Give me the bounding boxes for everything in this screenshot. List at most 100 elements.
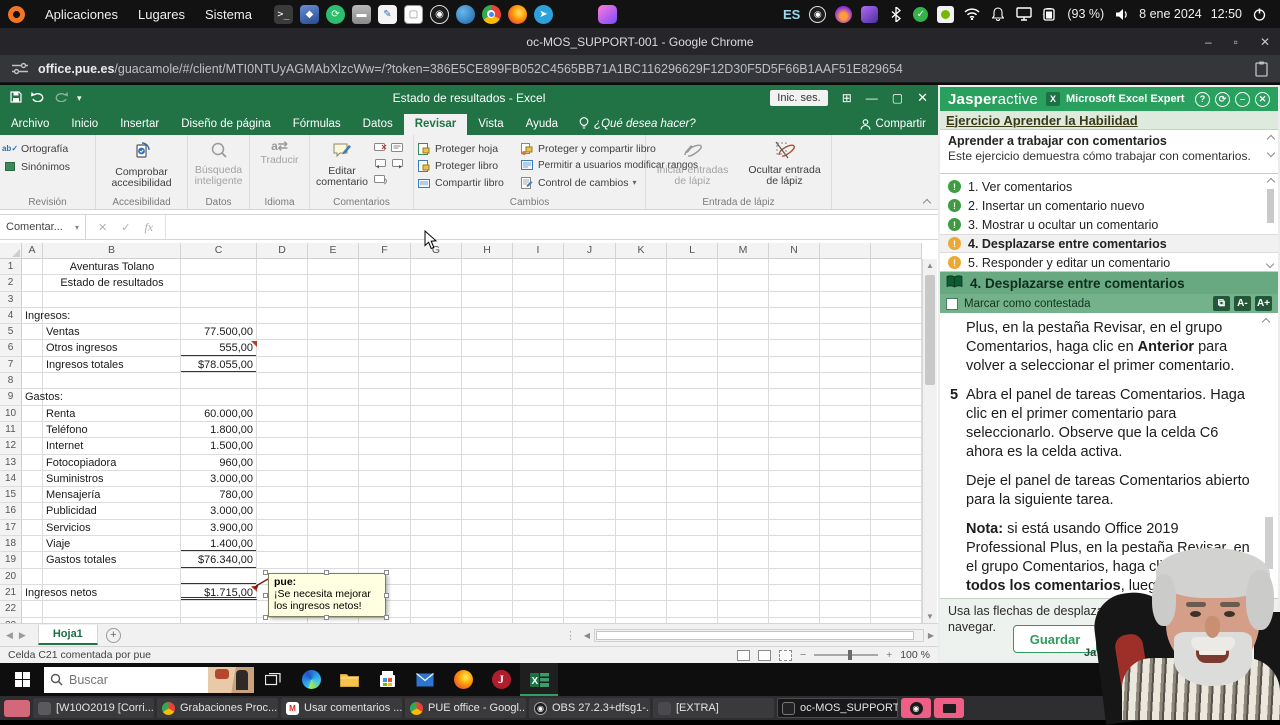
- ubuntu-logo-icon[interactable]: [8, 5, 25, 23]
- cell-G2[interactable]: [411, 275, 462, 291]
- cell-D8[interactable]: [257, 373, 308, 389]
- cell-D15[interactable]: [257, 487, 308, 503]
- row-header-13[interactable]: 13: [0, 454, 22, 470]
- cell-H10[interactable]: [462, 405, 513, 421]
- column-header-D[interactable]: D: [257, 243, 308, 259]
- cell-K3[interactable]: [616, 291, 667, 307]
- cell-L13[interactable]: [667, 454, 718, 470]
- cell-H16[interactable]: [462, 503, 513, 519]
- cell-N4[interactable]: [769, 307, 820, 324]
- row-header-6[interactable]: 6: [0, 340, 22, 356]
- text-scroll-down-icon[interactable]: [1261, 577, 1271, 587]
- cell-A15[interactable]: [22, 487, 43, 503]
- cell-B9[interactable]: [43, 389, 181, 405]
- cell-H22[interactable]: [462, 601, 513, 617]
- cell-D7[interactable]: [257, 356, 308, 373]
- cell-K12[interactable]: [616, 438, 667, 454]
- cell-G7[interactable]: [411, 356, 462, 373]
- name-box[interactable]: Comentar... ▾: [0, 215, 86, 239]
- task-scroll-up-icon[interactable]: [1266, 177, 1275, 187]
- cell-G9[interactable]: [411, 389, 462, 405]
- column-header-N[interactable]: N: [769, 243, 820, 259]
- cell-N19[interactable]: [769, 552, 820, 568]
- cell-K2[interactable]: [616, 275, 667, 291]
- jasperactive-taskbar-icon[interactable]: J: [482, 663, 520, 696]
- sign-in-button[interactable]: Inic. ses.: [770, 90, 828, 106]
- file-manager-icon[interactable]: ▬: [351, 4, 371, 24]
- cell-D5[interactable]: [257, 324, 308, 340]
- comment-handle[interactable]: [384, 615, 389, 620]
- cell-J22[interactable]: [564, 601, 616, 617]
- cell-E14[interactable]: [308, 470, 359, 487]
- cell-L9[interactable]: [667, 389, 718, 405]
- cell-E4[interactable]: [308, 307, 359, 324]
- protect-share-workbook-button[interactable]: Proteger y compartir libro: [520, 142, 656, 155]
- cell-E13[interactable]: [308, 454, 359, 470]
- column-header-A[interactable]: A: [22, 243, 43, 259]
- cell-L16[interactable]: [667, 503, 718, 519]
- check-accessibility-button[interactable]: Comprobar accesibilidad: [110, 138, 174, 194]
- flame-tray-icon[interactable]: [835, 5, 853, 23]
- cell-D18[interactable]: [257, 536, 308, 552]
- cell-E1[interactable]: [308, 259, 359, 275]
- cell-F14[interactable]: [359, 470, 411, 487]
- cell-A22[interactable]: [22, 601, 43, 617]
- cell-M2[interactable]: [718, 275, 769, 291]
- row-header-9[interactable]: 9: [0, 389, 22, 405]
- cell-H14[interactable]: [462, 470, 513, 487]
- cell-x1414[interactable]: [820, 470, 871, 487]
- excel-close-button[interactable]: ✕: [917, 90, 928, 106]
- row-header-12[interactable]: 12: [0, 438, 22, 454]
- cell-A8[interactable]: [22, 373, 43, 389]
- cell-F5[interactable]: [359, 324, 411, 340]
- cell-F18[interactable]: [359, 536, 411, 552]
- translate-button[interactable]: a⇄ Traducir: [253, 138, 306, 194]
- cell-N11[interactable]: [769, 421, 820, 438]
- column-header-J[interactable]: J: [564, 243, 616, 259]
- cell-x1415[interactable]: [820, 487, 871, 503]
- display-icon[interactable]: [1015, 6, 1032, 23]
- task-item[interactable]: ! 4. Desplazarse entre comentarios: [940, 234, 1278, 253]
- cell-x1511[interactable]: [871, 421, 922, 438]
- cell-x1520[interactable]: [871, 568, 922, 584]
- cell-A3[interactable]: [22, 291, 43, 307]
- purple-app-icon[interactable]: [597, 4, 617, 24]
- edit-comment-button[interactable]: Editar comentario: [313, 138, 371, 194]
- track-changes-button[interactable]: Control de cambios ▾: [520, 176, 642, 189]
- task-item[interactable]: ! 1. Ver comentarios: [940, 177, 1278, 196]
- cell-I5[interactable]: [513, 324, 564, 340]
- cell-I9[interactable]: [513, 389, 564, 405]
- cell-x151[interactable]: [871, 259, 922, 275]
- cell-H15[interactable]: [462, 487, 513, 503]
- tab-ayuda[interactable]: Ayuda: [515, 114, 569, 135]
- cell-x1410[interactable]: [820, 405, 871, 421]
- cell-x1514[interactable]: [871, 470, 922, 487]
- cell-K14[interactable]: [616, 470, 667, 487]
- cell-J8[interactable]: [564, 373, 616, 389]
- cell-x155[interactable]: [871, 324, 922, 340]
- cell-F11[interactable]: [359, 421, 411, 438]
- cell-G10[interactable]: [411, 405, 462, 421]
- cell-J6[interactable]: [564, 340, 616, 356]
- obs-tray-icon[interactable]: ◉: [809, 5, 827, 23]
- tab-datos[interactable]: Datos: [352, 114, 404, 135]
- scroll-left-icon[interactable]: ◀: [580, 631, 594, 640]
- cell-H12[interactable]: [462, 438, 513, 454]
- cell-x153[interactable]: [871, 291, 922, 307]
- volume-icon[interactable]: [1113, 6, 1130, 23]
- updates-ok-icon[interactable]: ✓: [913, 6, 929, 22]
- cell-A14[interactable]: [22, 470, 43, 487]
- cell-H3[interactable]: [462, 291, 513, 307]
- cell-I19[interactable]: [513, 552, 564, 568]
- cell-A19[interactable]: [22, 552, 43, 568]
- row-header-4[interactable]: 4: [0, 307, 22, 324]
- cell-J13[interactable]: [564, 454, 616, 470]
- font-smaller-button[interactable]: A-: [1233, 296, 1251, 311]
- window-list-item[interactable]: Grabaciones Proc...: [157, 698, 278, 718]
- cell-I21[interactable]: [513, 584, 564, 601]
- comment-handle[interactable]: [384, 593, 389, 598]
- scroll-right-icon[interactable]: ▶: [924, 631, 938, 640]
- window-list-item[interactable]: ◉ OBS 27.2.3+dfsg1-...: [529, 698, 650, 718]
- cell-N15[interactable]: [769, 487, 820, 503]
- cell-A11[interactable]: [22, 421, 43, 438]
